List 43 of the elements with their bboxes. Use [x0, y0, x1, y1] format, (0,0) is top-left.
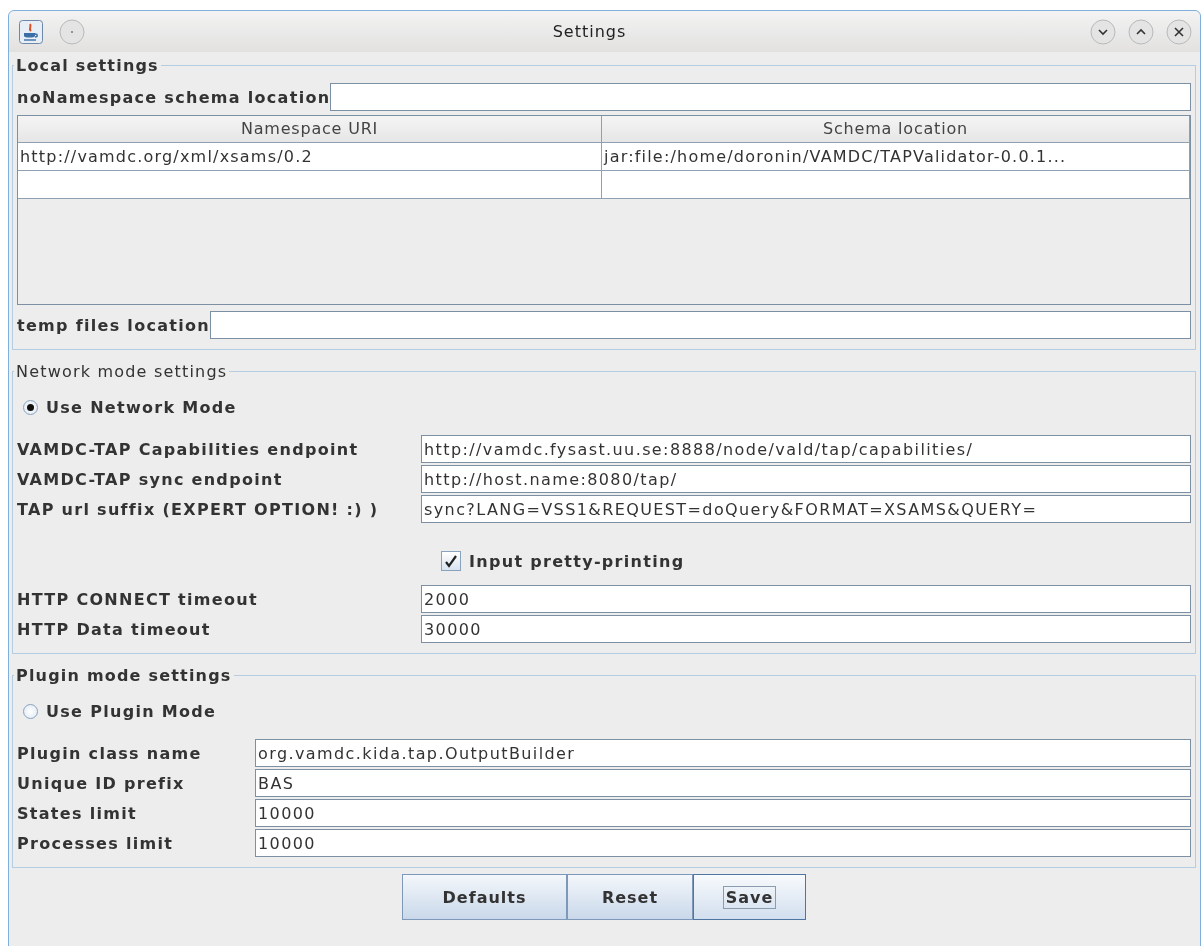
- radio-label[interactable]: Use Network Mode: [46, 397, 237, 417]
- radio-label[interactable]: Use Plugin Mode: [46, 701, 217, 721]
- field-label: HTTP Data timeout: [17, 619, 212, 639]
- java-cup-icon[interactable]: [19, 19, 43, 44]
- field-label: States limit: [17, 803, 138, 823]
- field-label: temp files location: [17, 315, 211, 335]
- input-field[interactable]: http://host.name:8080/tap/: [421, 465, 1191, 493]
- field-label: noNamespace schema location: [17, 87, 331, 107]
- section-title: Plugin mode settings: [15, 666, 233, 685]
- input-field[interactable]: [330, 83, 1191, 111]
- field-label: Processes limit: [17, 833, 175, 853]
- field-label: TAP url suffix (EXPERT OPTION! :) ): [17, 499, 380, 519]
- dialog-button[interactable]: Defaults: [402, 874, 567, 920]
- input-field[interactable]: org.vamdc.kida.tap.OutputBuilder: [255, 739, 1191, 767]
- section-title: Local settings: [15, 56, 160, 75]
- input-field[interactable]: sync?LANG=VSS1&REQUEST=doQuery&FORMAT=XSAMS&QUERY=: [421, 495, 1191, 523]
- close-button[interactable]: [1166, 18, 1192, 45]
- field-label: VAMDC-TAP Capabilities endpoint: [17, 439, 360, 459]
- input-field[interactable]: http://vamdc.fysast.uu.se:8888/node/vald/tap/capabilities/: [421, 435, 1191, 463]
- radio-button[interactable]: [23, 703, 38, 719]
- radio-button[interactable]: [23, 399, 38, 415]
- input-field[interactable]: 10000: [255, 799, 1191, 827]
- input-field[interactable]: BAS: [255, 769, 1191, 797]
- dialog-button[interactable]: Reset: [567, 874, 693, 920]
- field-label: Plugin class name: [17, 743, 203, 763]
- maximize-button[interactable]: [1128, 18, 1154, 45]
- column-header[interactable]: Namespace URI: [18, 116, 602, 143]
- window-title: Settings: [551, 22, 628, 41]
- dialog-button[interactable]: Save: [693, 874, 806, 920]
- input-field[interactable]: 30000: [421, 615, 1191, 643]
- minimize-button[interactable]: [1090, 18, 1116, 45]
- column-header[interactable]: Schema location: [602, 116, 1190, 143]
- input-field[interactable]: 2000: [421, 585, 1191, 613]
- field-label: Unique ID prefix: [17, 773, 186, 793]
- input-field[interactable]: 10000: [255, 829, 1191, 857]
- section-title: Network mode settings: [15, 362, 229, 381]
- field-label: VAMDC-TAP sync endpoint: [17, 469, 284, 489]
- input-field[interactable]: [210, 311, 1191, 339]
- checkbox[interactable]: [441, 551, 461, 571]
- table-cell: jar:file:/home/doronin/VAMDC/TAPValidator-0.0.1...: [602, 143, 1190, 171]
- checkbox-label[interactable]: Input pretty-printing: [469, 551, 685, 571]
- table-cell: http://vamdc.org/xml/xsams/0.2: [18, 143, 602, 171]
- field-label: HTTP CONNECT timeout: [17, 589, 259, 609]
